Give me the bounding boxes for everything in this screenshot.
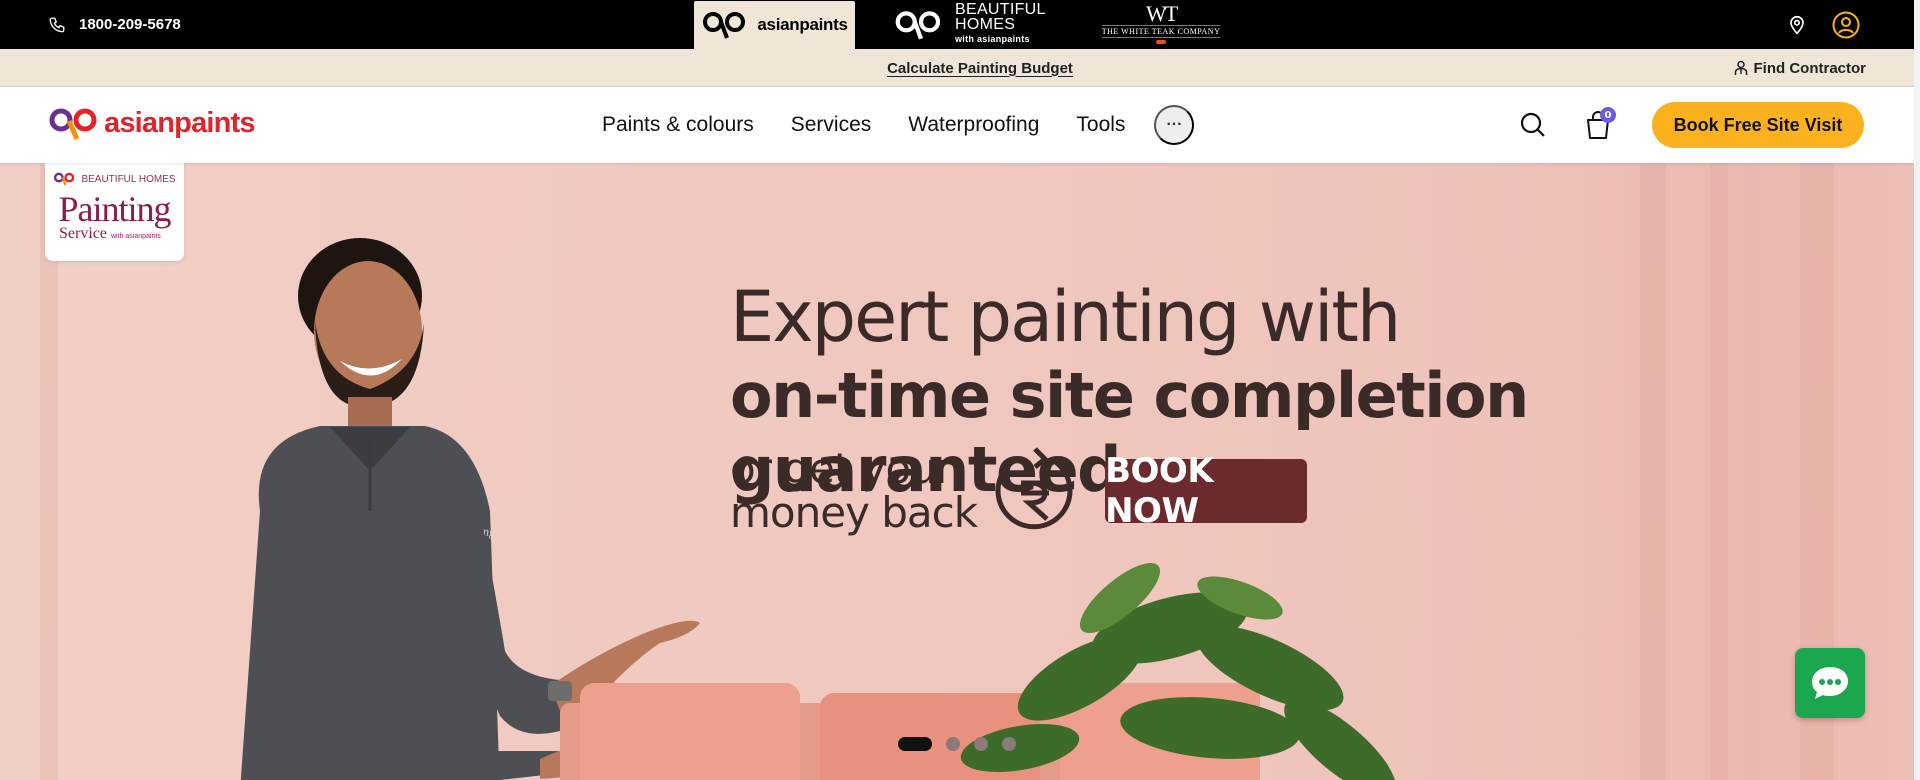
badge-brand: BEAUTIFUL HOMES <box>81 173 176 185</box>
search-icon[interactable] <box>1519 111 1547 139</box>
location-icon[interactable] <box>1788 15 1806 35</box>
carousel-pagination <box>898 737 1016 751</box>
wt-mark: WT <box>1145 1 1178 26</box>
cart-count-badge: 0 <box>1600 107 1616 123</box>
painting-service-badge: BEAUTIFUL HOMES Painting Service with as… <box>45 163 184 261</box>
carousel-dot-2[interactable] <box>946 737 960 751</box>
hero-headline-line1: Expert painting with <box>730 276 1401 358</box>
more-menu-button[interactable]: ··· <box>1154 105 1195 145</box>
nav-paints-colours[interactable]: Paints & colours <box>602 113 754 137</box>
book-now-button[interactable]: BOOK NOW <box>1105 451 1308 531</box>
phone-link[interactable]: 1800-209-5678 <box>48 0 181 49</box>
badge-service: Service <box>59 225 107 242</box>
brand-topbar: 1800-209-5678 asianpaints BEAUTIFUL HOME… <box>0 0 1920 49</box>
carousel-dot-3[interactable] <box>974 737 988 751</box>
wt-name: THE WHITE TEAK COMPANY <box>1101 25 1221 38</box>
calculate-budget-link[interactable]: Calculate Painting Budget <box>887 60 1073 77</box>
find-contractor-label: Find Contractor <box>1753 59 1867 77</box>
badge-sub: with asianpaints <box>110 233 161 240</box>
carousel-dot-4[interactable] <box>1002 737 1016 751</box>
page-scrollbar[interactable] <box>1914 0 1920 780</box>
primary-nav: Paints & colours Services Waterproofing … <box>602 87 1195 163</box>
bh-line1: BEAUTIFUL <box>955 1 1046 18</box>
money-line1: or get your <box>730 444 953 493</box>
utility-subbar: Calculate Painting Budget Find Contracto… <box>0 49 1920 87</box>
calculate-budget-label: Calculate Painting Budget <box>887 59 1073 77</box>
money-line2: money back <box>730 488 978 537</box>
brand-switcher: asianpaints BEAUTIFUL HOMES with asianpa… <box>694 0 1228 49</box>
nav-services[interactable]: Services <box>791 113 872 137</box>
rupee-refund-icon <box>995 447 1073 530</box>
nav-tools[interactable]: Tools <box>1076 113 1125 137</box>
wt-dot <box>1156 40 1167 44</box>
main-navbar: asianpaints Paints & colours Services Wa… <box>0 87 1920 163</box>
asianpaints-logo[interactable]: asianpaints <box>48 103 256 143</box>
phone-icon <box>49 17 65 32</box>
beautiful-homes-mark-icon <box>895 10 941 40</box>
brand-asianpaints-label: asianpaints <box>757 15 848 34</box>
find-contractor-link[interactable]: Find Contractor <box>1734 49 1867 87</box>
user-account-icon[interactable] <box>1832 11 1860 39</box>
phone-number: 1800-209-5678 <box>79 16 181 33</box>
bh-sub: with asianpaints <box>955 34 1030 44</box>
badge-title: Painting <box>58 189 171 229</box>
chat-bubble-icon <box>1812 667 1848 699</box>
hero-banner[interactable]: BEAUTIFUL HOMES Painting Service with as… <box>0 163 1920 780</box>
carousel-dot-1[interactable] <box>898 737 932 751</box>
contractor-icon <box>1734 60 1747 75</box>
brand-tab-asianpaints[interactable]: asianpaints <box>694 1 855 49</box>
nav-waterproofing[interactable]: Waterproofing <box>908 113 1039 137</box>
chat-support-button[interactable] <box>1795 648 1865 718</box>
money-back-row: or get your money back BOOK NOW <box>730 444 1308 537</box>
brand-tab-white-teak[interactable]: WT THE WHITE TEAK COMPANY <box>1094 0 1229 49</box>
beautiful-homes-badge-icon <box>54 172 75 186</box>
top-utility-icons <box>1788 0 1860 49</box>
logo-text: asianpaints <box>104 106 256 139</box>
asianpaints-mark-icon <box>703 12 746 39</box>
budget-link-wrap: Calculate Painting Budget <box>0 49 1920 87</box>
plant-image <box>960 563 1396 780</box>
asianpaints-logo-icon <box>49 108 97 141</box>
bh-line2: HOMES <box>955 16 1016 33</box>
book-free-site-visit-button[interactable]: Book Free Site Visit <box>1652 102 1864 148</box>
brand-tab-beautiful-homes[interactable]: BEAUTIFUL HOMES with asianpaints <box>885 0 1054 49</box>
